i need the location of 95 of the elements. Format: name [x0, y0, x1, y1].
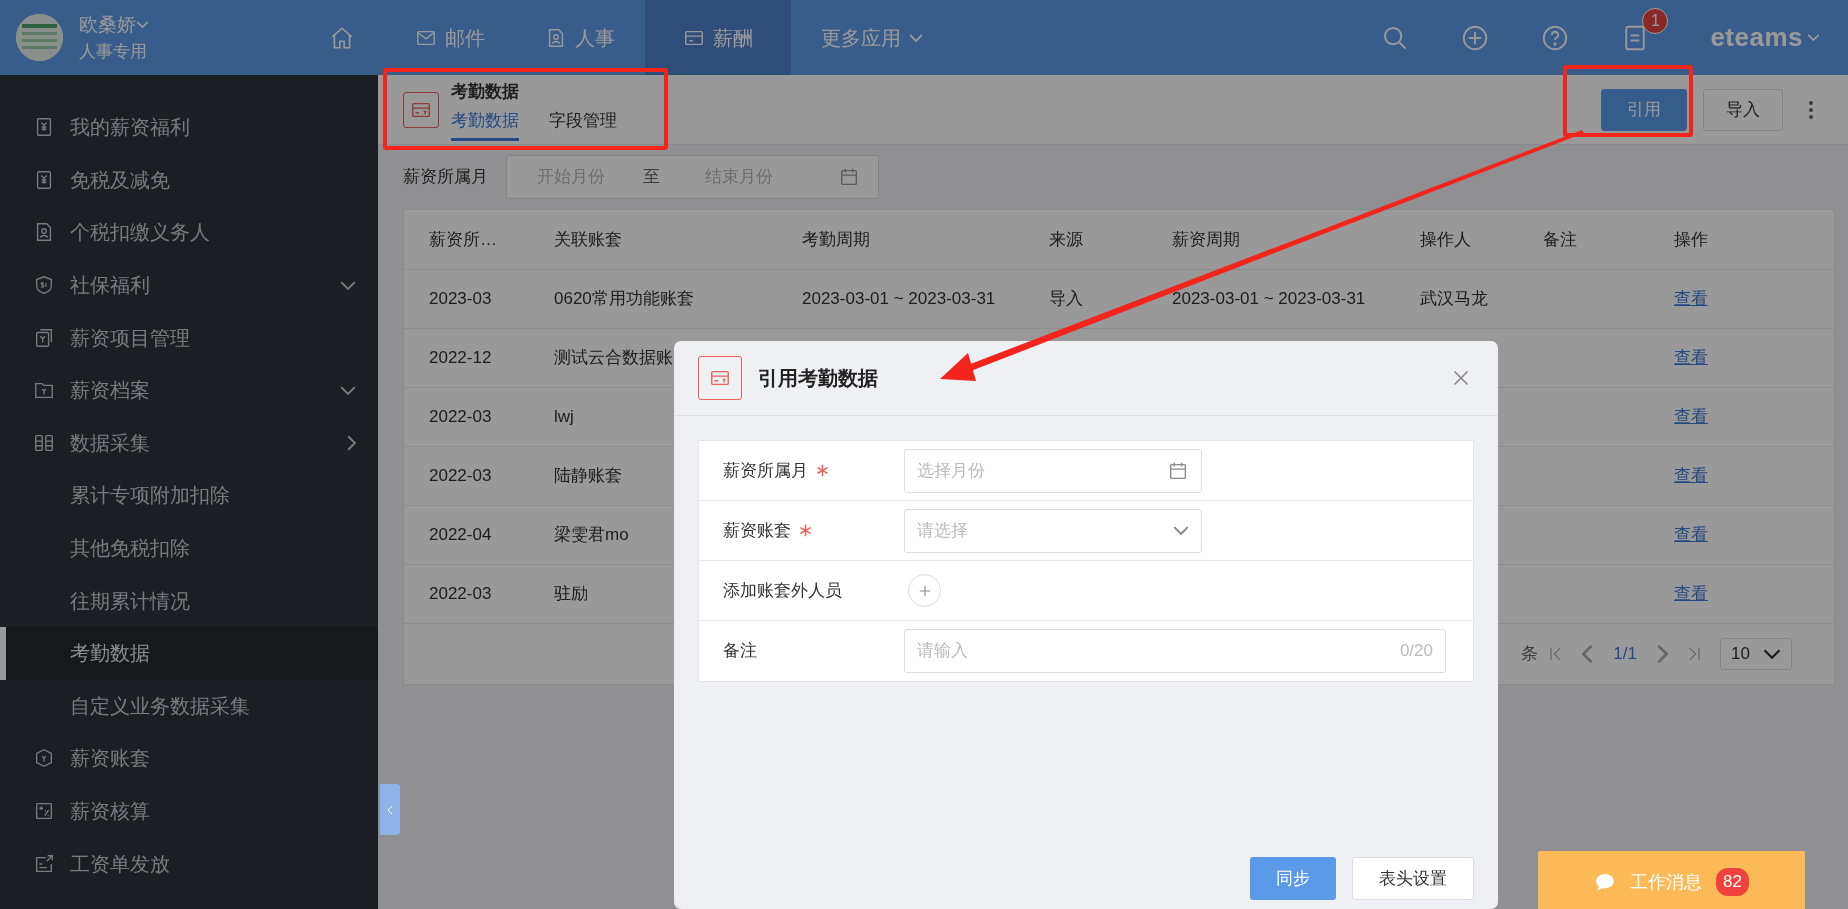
- reference-button[interactable]: 引用: [1601, 88, 1687, 131]
- column-header: 关联账套: [553, 228, 623, 251]
- filter-label: 薪资所属月: [403, 166, 488, 189]
- select-field[interactable]: 请选择: [917, 509, 1173, 552]
- sidebar-item[interactable]: 薪资核算: [0, 784, 378, 838]
- avatar[interactable]: [16, 14, 63, 61]
- calendar-icon: [838, 166, 860, 188]
- chevron-down-icon: [1173, 526, 1189, 535]
- table-cell: 2022-03: [429, 466, 492, 486]
- month-picker[interactable]: 选择月份: [904, 448, 1202, 493]
- add-person-button[interactable]: [908, 574, 941, 607]
- table-cell: 0620常用功能账套: [554, 289, 694, 309]
- view-link[interactable]: 查看: [1649, 463, 1708, 489]
- sidebar-item[interactable]: 累计专项附加扣除: [0, 469, 378, 522]
- field-label: 薪资账套: [723, 519, 791, 542]
- user-role: 人事专用: [79, 41, 148, 63]
- payslip-icon: [33, 852, 55, 875]
- header-settings-button[interactable]: 表头设置: [1352, 857, 1474, 900]
- sidebar-item[interactable]: 薪资账套: [0, 732, 378, 785]
- table-cell: 测试云合数据账: [554, 348, 673, 368]
- chevron-down-icon: [909, 33, 923, 42]
- character-counter: 0/20: [1399, 640, 1433, 663]
- view-link[interactable]: 查看: [1649, 286, 1708, 312]
- sidebar-item[interactable]: 数据采集: [0, 416, 378, 470]
- work-message-button[interactable]: 工作消息 82: [1538, 851, 1805, 909]
- column-header: 操作人: [1419, 228, 1472, 251]
- table-cell: 武汉马龙: [1420, 289, 1488, 309]
- sidebar-item[interactable]: 往期累计情况: [0, 574, 378, 627]
- chevron-down-icon: [1763, 649, 1781, 659]
- sidebar-item[interactable]: 社保福利: [0, 258, 378, 312]
- page-indicator: 1/1: [1612, 643, 1638, 666]
- table-cell: 梁雯君mo: [554, 525, 629, 545]
- page-size-select[interactable]: 10: [1720, 638, 1792, 670]
- sidebar-item[interactable]: 薪资项目管理: [0, 311, 378, 364]
- page-title: 考勤数据: [451, 80, 520, 103]
- nav-tab[interactable]: 薪酬: [645, 0, 791, 75]
- chevron-down-icon: [136, 21, 149, 29]
- table-cell: 2022-03: [429, 584, 492, 604]
- sidebar-item[interactable]: 我的薪资福利: [0, 101, 378, 154]
- column-header: 备注: [1542, 228, 1578, 251]
- column-header: 薪资周期: [1171, 228, 1241, 251]
- view-link[interactable]: 查看: [1649, 404, 1708, 430]
- next-page-icon[interactable]: [1657, 644, 1668, 664]
- document-stack-icon: [33, 326, 55, 349]
- field-label: 添加账套外人员: [723, 579, 842, 602]
- previous-page-icon[interactable]: [1582, 644, 1594, 664]
- view-link[interactable]: 查看: [1649, 581, 1708, 607]
- column-header: 来源: [1048, 228, 1084, 251]
- month-field[interactable]: 选择月份: [917, 449, 1167, 492]
- message-count: 82: [1716, 868, 1749, 896]
- table-cell: 导入: [1049, 289, 1083, 309]
- table-cell: 2023-03-01 ~ 2023-03-31: [1172, 289, 1366, 309]
- table-cell: 2022-12: [429, 348, 492, 368]
- tab[interactable]: 字段管理: [549, 106, 617, 141]
- sidebar-item[interactable]: 考勤数据: [0, 626, 378, 680]
- input-field[interactable]: 请输入: [917, 630, 1400, 672]
- table-cell: 驻励: [554, 584, 588, 604]
- sidebar-item[interactable]: 自定义业务数据采集: [0, 679, 378, 733]
- sidebar-item[interactable]: 个税扣缴义务人: [0, 206, 378, 259]
- dialog-title: 引用考勤数据: [758, 366, 878, 391]
- nav-tab[interactable]: 邮件: [385, 0, 515, 75]
- nav-tab[interactable]: 更多应用: [791, 0, 953, 75]
- chat-bubble-icon: [1594, 871, 1617, 893]
- table-cell: 2022-04: [429, 525, 492, 545]
- chevron-down-icon: [1807, 34, 1820, 41]
- table-cell: lwj: [554, 407, 574, 427]
- view-link[interactable]: 查看: [1649, 345, 1708, 371]
- column-header: 操作: [1673, 228, 1709, 251]
- brand-menu[interactable]: eteams: [1710, 18, 1820, 57]
- calculator-icon: [33, 800, 55, 822]
- remark-box[interactable]: 请输入 0/20: [904, 629, 1446, 673]
- table-cell: 2023-03: [429, 289, 492, 309]
- tab[interactable]: 考勤数据: [451, 106, 519, 141]
- nav-tab[interactable]: 人事: [515, 0, 645, 75]
- table-cell: 2022-03: [429, 407, 492, 427]
- notification-badge: 1: [1642, 7, 1669, 34]
- sidebar-item[interactable]: 免税及减免: [0, 153, 378, 207]
- column-header: 考勤周期: [801, 228, 871, 251]
- sidebar-item[interactable]: 薪资档案: [0, 363, 378, 417]
- field-label: 薪资所属月: [723, 459, 808, 482]
- field-label: 备注: [723, 640, 757, 663]
- collapse-handle[interactable]: [380, 784, 400, 835]
- select-box[interactable]: 请选择: [904, 508, 1202, 553]
- pagination-text: 条: [1521, 643, 1539, 666]
- column-header: 薪资所…: [428, 228, 498, 251]
- sidebar-item[interactable]: 工资单发放: [0, 837, 378, 890]
- cube-icon: [33, 747, 55, 770]
- sync-button[interactable]: 同步: [1250, 857, 1336, 900]
- table-cell: 陆静账套: [554, 466, 622, 486]
- view-link[interactable]: 查看: [1649, 522, 1708, 548]
- import-button[interactable]: 导入: [1703, 88, 1783, 131]
- shield-icon: [33, 274, 55, 297]
- sidebar-item[interactable]: 其他免税扣除: [0, 521, 378, 575]
- table-cell: 2023-03-01 ~ 2023-03-31: [802, 289, 996, 309]
- user-menu[interactable]: 欧桑娇: [79, 10, 239, 39]
